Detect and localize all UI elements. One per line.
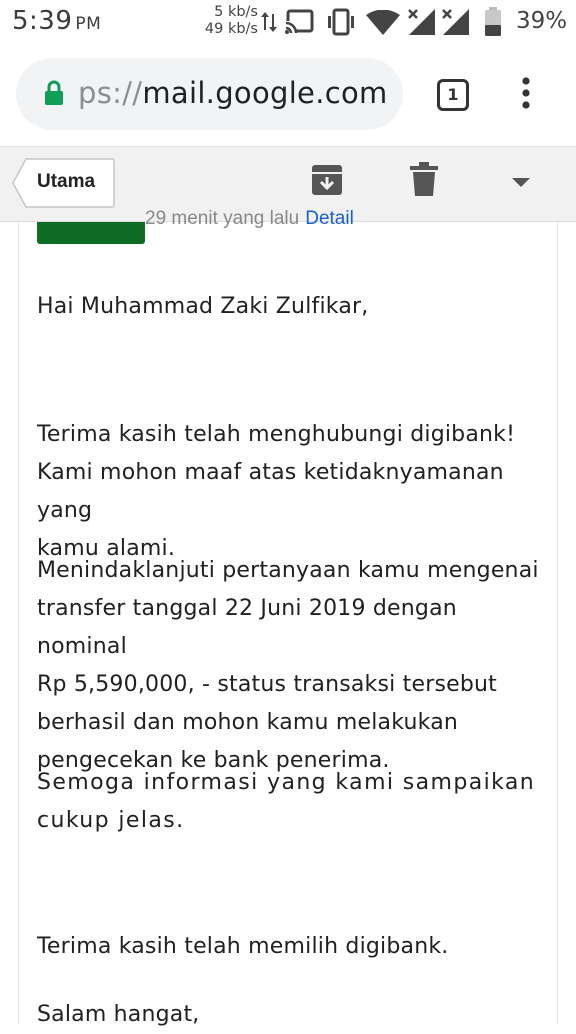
vibrate-icon (328, 8, 354, 36)
trash-icon[interactable] (408, 161, 440, 197)
email-paragraph-4: Terima kasih telah memilih digibank. (37, 934, 449, 959)
para1-line2: Kami mohon maaf atas ketidaknyamanan yan… (37, 460, 504, 523)
url-bar[interactable]: ps://mail.google.com (16, 58, 403, 130)
para3-line2: cukup jelas. (37, 808, 185, 833)
browser-toolbar: ps://mail.google.com 1 (0, 46, 576, 146)
para1-line1: Terima kasih telah menghubungi digibank! (37, 422, 516, 447)
archive-icon[interactable] (310, 163, 344, 197)
email-meta: 29 menit yang lalu Detail (145, 208, 354, 230)
url-host: mail.google.com (142, 76, 388, 110)
para2-line3: Rp 5,590,000, - status transaksi tersebu… (37, 672, 498, 697)
email-greeting: Hai Muhammad Zaki Zulfikar, (37, 294, 369, 319)
net-down-speed: 49 kb/s (204, 21, 258, 37)
para2-line4: berhasil dan mohon kamu melakukan (37, 710, 459, 735)
battery-percent: 39% (516, 8, 568, 34)
para3-line1: Semoga informasi yang kami sampaikan (37, 770, 536, 795)
battery-icon (485, 7, 501, 36)
network-speed: 5 kb/s 49 kb/s (196, 4, 258, 38)
email-closing: Salam hangat, (37, 1002, 200, 1027)
data-arrows-icon (261, 12, 277, 32)
dropdown-icon[interactable] (510, 177, 532, 189)
status-ampm: PM (75, 14, 102, 34)
email-paragraph-2: Menindaklanjuti pertanyaan kamu mengenai… (37, 552, 547, 780)
status-clock: 5:39 (12, 6, 73, 36)
email-body: 29 menit yang lalu Detail Hai Muhammad Za… (18, 208, 558, 1027)
para2-line1: Menindaklanjuti pertanyaan kamu mengenai (37, 558, 539, 583)
wifi-icon (366, 10, 400, 35)
back-button[interactable]: Utama (12, 158, 115, 208)
back-button-label: Utama (37, 171, 96, 192)
tab-switcher-button[interactable]: 1 (437, 79, 469, 111)
signal-icon (442, 9, 469, 35)
url-scheme: ps:// (78, 76, 143, 110)
signal-icon (408, 9, 435, 35)
url-text: ps://mail.google.com (78, 76, 388, 110)
net-up-speed: 5 kb/s (214, 4, 258, 20)
email-time-ago: 29 menit yang lalu (145, 208, 300, 229)
more-options-icon[interactable] (520, 76, 532, 110)
status-bar: 5:39 PM 5 kb/s 49 kb/s 39% (0, 0, 576, 46)
email-paragraph-1: Terima kasih telah menghubungi digibank!… (37, 416, 547, 568)
lock-icon (45, 80, 63, 105)
sender-avatar (37, 222, 145, 244)
detail-link[interactable]: Detail (305, 208, 354, 229)
email-paragraph-3: Semoga informasi yang kami sampaikan cuk… (37, 764, 547, 840)
cast-icon (284, 9, 314, 35)
status-time: 5:39 PM (12, 6, 101, 36)
para2-line2: transfer tanggal 22 Juni 2019 dengan nom… (37, 596, 457, 659)
